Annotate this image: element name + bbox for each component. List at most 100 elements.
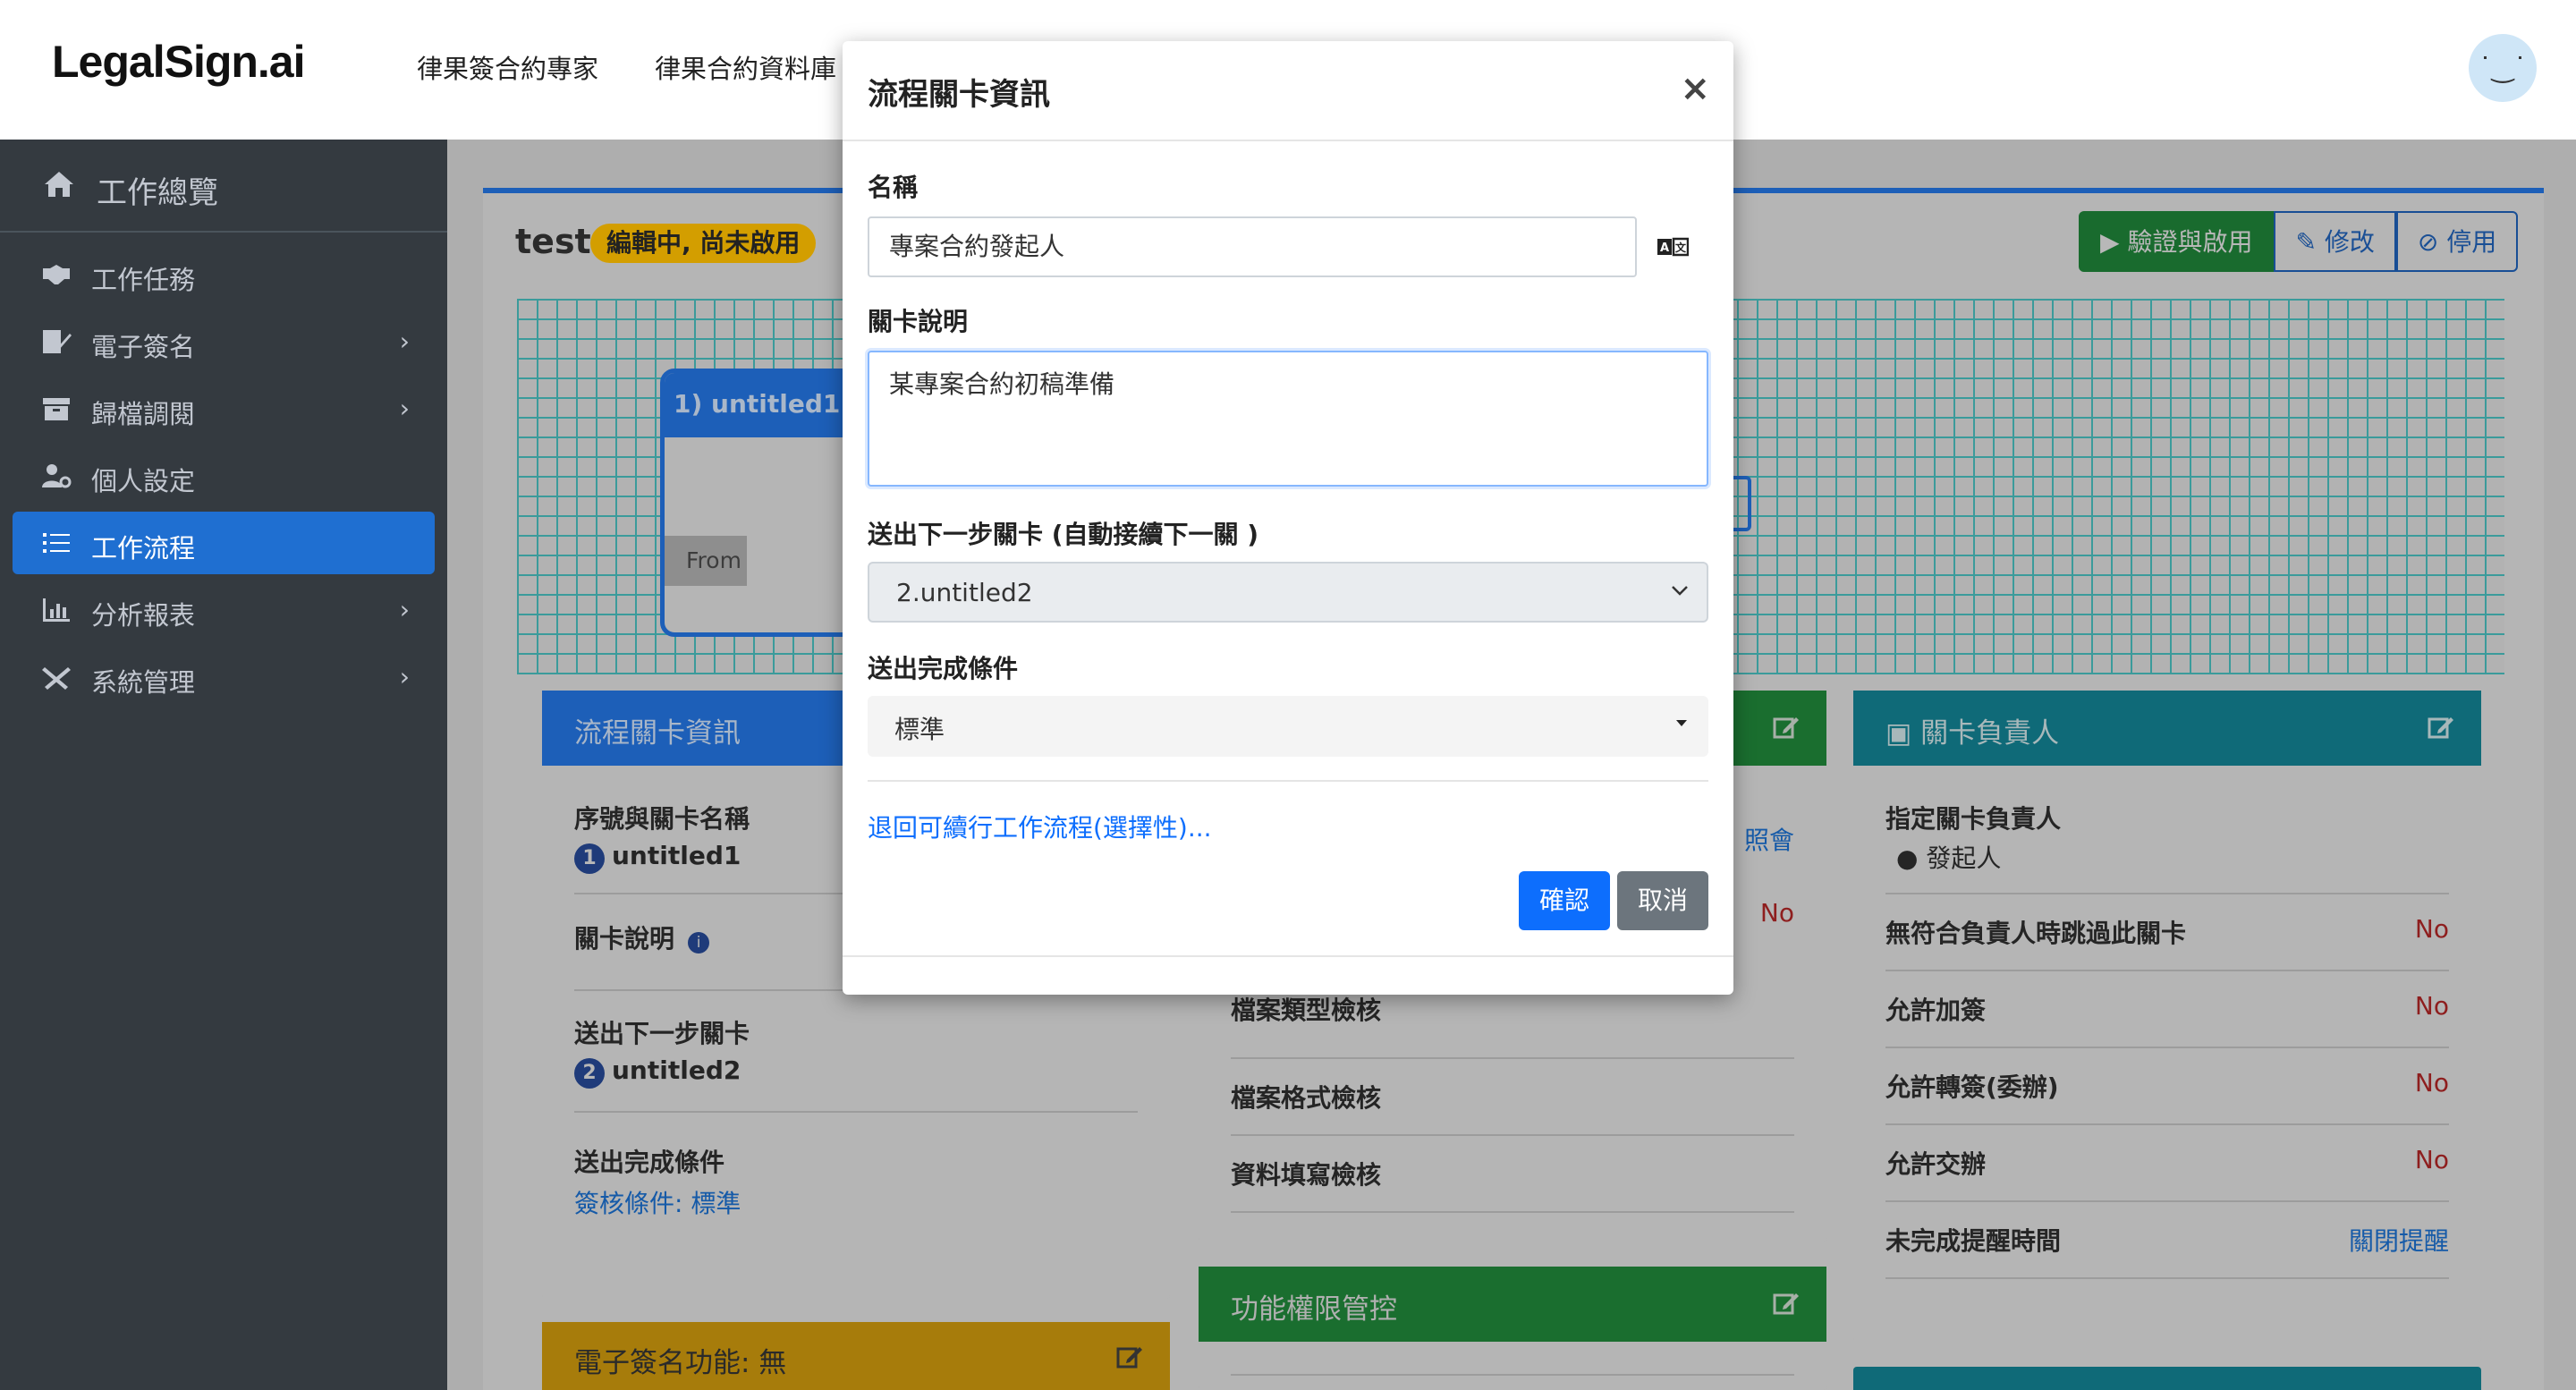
next-panel-header bbox=[1853, 1367, 2481, 1390]
node-from-port[interactable]: From bbox=[665, 536, 747, 586]
smiley-icon: ˙‿˙ bbox=[2478, 52, 2528, 84]
row-value: No bbox=[2414, 914, 2449, 944]
avatar[interactable]: ˙‿˙ bbox=[2469, 34, 2537, 102]
check-row: 檔案格式檢核 bbox=[1231, 1059, 1794, 1136]
check-row: 檔案類型檢核 bbox=[1231, 995, 1794, 1059]
panel-header: 電子簽名功能: 無 bbox=[542, 1322, 1170, 1390]
edit-icon[interactable] bbox=[1773, 1290, 1800, 1317]
cancel-button[interactable]: 取消 bbox=[1617, 871, 1708, 930]
row-value: 簽核條件: 標準 bbox=[574, 1189, 741, 1218]
row-label: 允許交辦 bbox=[1885, 1149, 1987, 1179]
return-workflow-link[interactable]: 退回可續行工作流程(選擇性)... bbox=[868, 809, 1212, 844]
sidebar-item-profile[interactable]: 個人設定 bbox=[13, 445, 435, 507]
chevron-down-icon bbox=[1672, 586, 1688, 596]
chevron-right-icon: › bbox=[399, 394, 410, 423]
owner-row: 允許轉簽(委辦) No bbox=[1885, 1048, 2449, 1125]
edit-button[interactable]: ✎ 修改 bbox=[2274, 211, 2396, 272]
sidebar: 工作總覽 工作任務 電子簽名 › 歸檔調閱 › 個人設定 工作流程 分析報表 ›… bbox=[0, 140, 447, 1390]
panel-title: 關卡負責人 bbox=[1920, 717, 2060, 750]
name-label: 名稱 bbox=[868, 173, 919, 202]
row-value: No bbox=[1759, 898, 1794, 928]
home-icon bbox=[45, 172, 73, 197]
select-value: 2.untitled2 bbox=[896, 578, 1033, 607]
panel-header: 功能權限管控 bbox=[1199, 1267, 1826, 1342]
row-value: 2 untitled2 bbox=[574, 1055, 1138, 1089]
sidebar-item-archive[interactable]: 歸檔調閱 › bbox=[13, 377, 435, 440]
user-circle-icon: ● bbox=[1896, 843, 1927, 873]
translate-icon[interactable]: A文 bbox=[1657, 236, 1689, 258]
desc-textarea[interactable]: 某專案合約初稿準備 bbox=[868, 351, 1708, 487]
next-stage-select[interactable]: 2.untitled2 bbox=[868, 562, 1708, 623]
panel-header: ▣ 關卡負責人 bbox=[1853, 691, 2481, 766]
sidebar-item-label: 分析報表 bbox=[91, 600, 196, 631]
chevron-right-icon: › bbox=[399, 595, 410, 624]
workflow-actions: ▶ 驗證與啟用 ✎ 修改 ⊘ 停用 bbox=[2079, 211, 2519, 272]
owner-row: 允許交辦 No bbox=[1885, 1125, 2449, 1202]
info-row-next: 送出下一步關卡 2 untitled2 bbox=[574, 1014, 1138, 1113]
list-icon bbox=[43, 533, 70, 553]
button-label: 修改 bbox=[2324, 227, 2375, 257]
ban-icon: ⊘ bbox=[2417, 227, 2447, 257]
workflow-node-2-edge[interactable] bbox=[1733, 476, 1751, 531]
button-label: 驗證與啟用 bbox=[2127, 227, 2253, 257]
owner-row-assign: 指定關卡負責人 ● 發起人 bbox=[1885, 800, 2449, 894]
disable-button[interactable]: ⊘ 停用 bbox=[2395, 211, 2519, 272]
sidebar-item-admin[interactable]: 系統管理 › bbox=[13, 646, 435, 708]
logo[interactable]: LegalSign.ai bbox=[52, 36, 306, 88]
panel-title: 流程關卡資訊 bbox=[574, 717, 741, 750]
name-input[interactable]: 專案合約發起人 bbox=[868, 216, 1637, 277]
user-cog-icon bbox=[42, 464, 72, 488]
close-icon[interactable]: × bbox=[1680, 68, 1710, 109]
confirm-button[interactable]: 確認 bbox=[1519, 871, 1610, 930]
divider bbox=[1231, 1374, 1794, 1376]
row-label: 允許轉簽(委辦) bbox=[1885, 1072, 2059, 1102]
handshake-icon bbox=[43, 265, 70, 284]
nav-link-contract-database[interactable]: 律果合約資料庫 bbox=[655, 48, 836, 86]
sidebar-item-label: 系統管理 bbox=[91, 667, 196, 698]
edit-icon[interactable] bbox=[1773, 714, 1800, 741]
sidebar-item-dashboard[interactable]: 工作總覽 bbox=[0, 140, 447, 233]
select-value: 標準 bbox=[894, 715, 945, 744]
button-label: 停用 bbox=[2446, 227, 2497, 257]
owner-row: 未完成提醒時間 關閉提醒 bbox=[1885, 1202, 2449, 1279]
cond-select[interactable]: 標準 bbox=[868, 696, 1708, 757]
sidebar-item-label: 工作任務 bbox=[91, 265, 196, 295]
modal-footer-divider bbox=[843, 955, 1733, 957]
stage-info-modal: 流程關卡資訊 × 名稱 專案合約發起人 A文 關卡說明 某專案合約初稿準備 送出… bbox=[843, 41, 1733, 995]
sidebar-item-workflow[interactable]: 工作流程 bbox=[13, 512, 435, 574]
svg-text:文: 文 bbox=[1675, 241, 1687, 254]
row-label: 檔案類型檢核 bbox=[1231, 996, 1382, 1025]
permissions-panel: 功能權限管控 bbox=[1199, 1267, 1826, 1390]
info-icon[interactable]: i bbox=[688, 932, 710, 954]
sidebar-item-label: 工作流程 bbox=[91, 533, 196, 564]
sidebar-item-esign[interactable]: 電子簽名 › bbox=[13, 310, 435, 373]
desc-label: 關卡說明 bbox=[868, 307, 969, 336]
sidebar-item-reports[interactable]: 分析報表 › bbox=[13, 579, 435, 641]
row-label: 檔案格式檢核 bbox=[1231, 1083, 1382, 1113]
edit-icon[interactable] bbox=[1116, 1343, 1143, 1370]
tools-icon bbox=[42, 667, 71, 690]
owner-row: 允許加簽 No bbox=[1885, 971, 2449, 1048]
row-label: 允許加簽 bbox=[1885, 996, 1987, 1025]
esign-panel: 電子簽名功能: 無 bbox=[542, 1322, 1170, 1390]
edit-icon[interactable] bbox=[2428, 714, 2454, 741]
sidebar-item-tasks[interactable]: 工作任務 bbox=[13, 243, 435, 306]
row-value[interactable]: 關閉提醒 bbox=[2349, 1222, 2449, 1258]
seq-name: untitled1 bbox=[612, 841, 741, 870]
nav-link-contract-expert[interactable]: 律果簽合約專家 bbox=[417, 48, 598, 86]
row-label: 關卡說明 bbox=[574, 924, 675, 954]
bar-chart-icon bbox=[43, 598, 70, 622]
validate-enable-button[interactable]: ▶ 驗證與啟用 bbox=[2079, 211, 2275, 272]
number-badge: 1 bbox=[574, 843, 605, 874]
divider bbox=[868, 780, 1708, 782]
play-circle-icon: ▶ bbox=[2100, 227, 2128, 257]
check-row: 資料填寫檢核 bbox=[1231, 1136, 1794, 1213]
row-value: No bbox=[2414, 991, 2449, 1021]
row-label: 送出完成條件 bbox=[574, 1148, 725, 1177]
row-label: 指定關卡負責人 bbox=[1885, 804, 2062, 834]
row-value: 照會 bbox=[1743, 826, 1794, 855]
status-badge: 編輯中, 尚未啟用 bbox=[590, 224, 817, 263]
row-value: ● 發起人 bbox=[1885, 839, 2449, 875]
row-value: No bbox=[2414, 1068, 2449, 1098]
sidebar-item-label: 歸檔調閱 bbox=[91, 399, 196, 429]
